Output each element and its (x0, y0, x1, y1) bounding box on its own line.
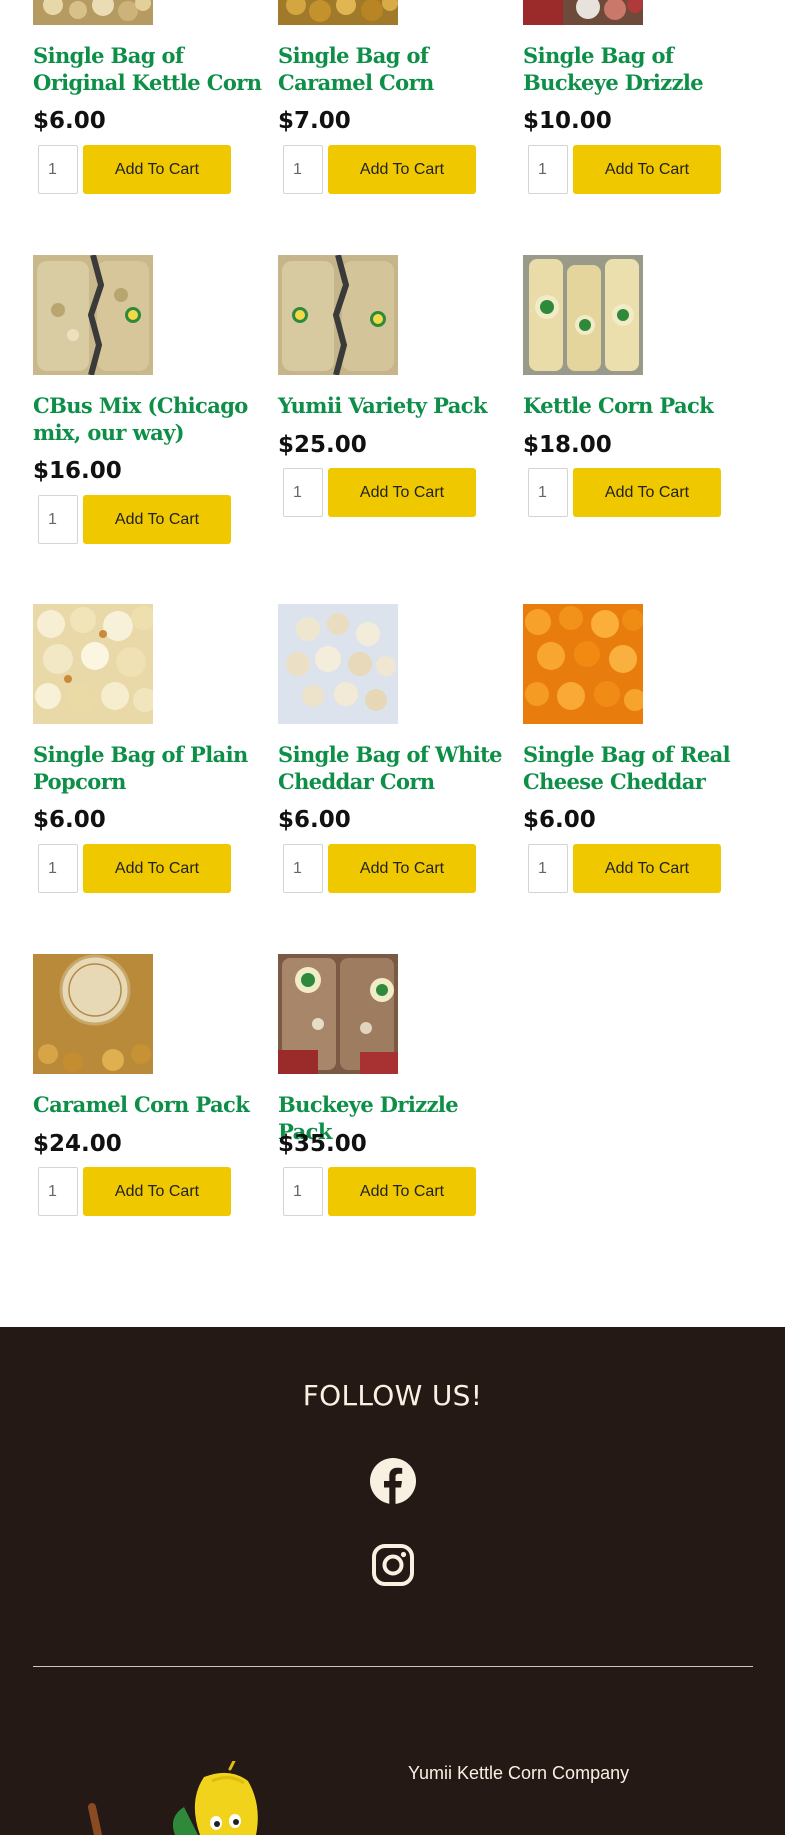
product-title[interactable]: Single Bag of White Cheddar Corn (278, 741, 508, 795)
quantity-input[interactable] (528, 145, 568, 194)
product-price: $6.00 (33, 108, 106, 134)
facebook-link[interactable] (369, 1457, 417, 1505)
footer-divider (33, 1666, 753, 1667)
quantity-input[interactable] (283, 468, 323, 517)
product-price: $6.00 (33, 807, 106, 833)
add-to-cart-button[interactable]: Add To Cart (573, 844, 721, 893)
product-grid: Single Bag of Original Kettle Corn $6.00… (0, 0, 785, 1327)
add-to-cart-button[interactable]: Add To Cart (328, 468, 476, 517)
product-price: $7.00 (278, 108, 351, 134)
add-to-cart-button[interactable]: Add To Cart (83, 1167, 231, 1216)
quantity-input[interactable] (38, 1167, 78, 1216)
product-title[interactable]: Single Bag of Buckeye Drizzle (523, 42, 753, 96)
product-image-caramel-crunch-pack[interactable] (33, 954, 153, 1074)
product-price: $16.00 (33, 458, 122, 484)
add-to-cart-button[interactable]: Add To Cart (573, 145, 721, 194)
quantity-input[interactable] (283, 1167, 323, 1216)
add-to-cart-button[interactable]: Add To Cart (573, 468, 721, 517)
product-price: $6.00 (523, 807, 596, 833)
product-image-kettle-corn-pack[interactable] (523, 255, 643, 375)
product-image-variety-pack[interactable] (278, 255, 398, 375)
site-footer: FOLLOW US! Yumii Kettle Corn Company (0, 1327, 785, 1835)
product-image-kettle-corn[interactable] (33, 0, 153, 25)
add-to-cart-button[interactable]: Add To Cart (83, 495, 231, 544)
product-price: $18.00 (523, 432, 612, 458)
facebook-icon (370, 1458, 416, 1504)
product-price: $24.00 (33, 1131, 122, 1157)
product-image-buckeye-drizzle-pack[interactable] (278, 954, 398, 1074)
add-to-cart-button[interactable]: Add To Cart (328, 1167, 476, 1216)
add-to-cart-button[interactable]: Add To Cart (328, 145, 476, 194)
product-title[interactable]: Kettle Corn Pack (523, 392, 753, 419)
instagram-link[interactable] (369, 1541, 417, 1589)
quantity-input[interactable] (528, 468, 568, 517)
product-image-white-cheddar-popcorn[interactable] (278, 604, 398, 724)
company-name: Yumii Kettle Corn Company (408, 1763, 630, 1783)
product-image-plain-popcorn[interactable] (33, 604, 153, 724)
product-title[interactable]: Yumii Variety Pack (278, 392, 508, 419)
corn-mascot-logo (88, 1761, 258, 1835)
quantity-input[interactable] (283, 844, 323, 893)
product-price: $35.00 (278, 1131, 367, 1157)
product-price: $25.00 (278, 432, 367, 458)
follow-heading: FOLLOW US! (302, 1379, 483, 1412)
add-to-cart-button[interactable]: Add To Cart (83, 145, 231, 194)
add-to-cart-button[interactable]: Add To Cart (83, 844, 231, 893)
product-title[interactable]: Single Bag of Real Cheese Cheddar (523, 741, 753, 795)
product-image-cbus-mix[interactable] (33, 255, 153, 375)
product-price: $10.00 (523, 108, 612, 134)
product-image-cheddar-popcorn[interactable] (523, 604, 643, 724)
product-title[interactable]: Single Bag of Plain Popcorn (33, 741, 263, 795)
product-image-caramel-corn[interactable] (278, 0, 398, 25)
product-image-buckeye-drizzle[interactable] (523, 0, 643, 25)
quantity-input[interactable] (38, 495, 78, 544)
product-title[interactable]: Single Bag of Original Kettle Corn (33, 42, 263, 96)
quantity-input[interactable] (38, 844, 78, 893)
product-title[interactable]: CBus Mix (Chicago mix, our way) (33, 392, 263, 446)
product-title[interactable]: Single Bag of Caramel Corn (278, 42, 508, 96)
quantity-input[interactable] (38, 145, 78, 194)
product-price: $6.00 (278, 807, 351, 833)
quantity-input[interactable] (283, 145, 323, 194)
instagram-icon (372, 1544, 414, 1586)
product-title[interactable]: Caramel Corn Pack (33, 1091, 263, 1118)
quantity-input[interactable] (528, 844, 568, 893)
add-to-cart-button[interactable]: Add To Cart (328, 844, 476, 893)
